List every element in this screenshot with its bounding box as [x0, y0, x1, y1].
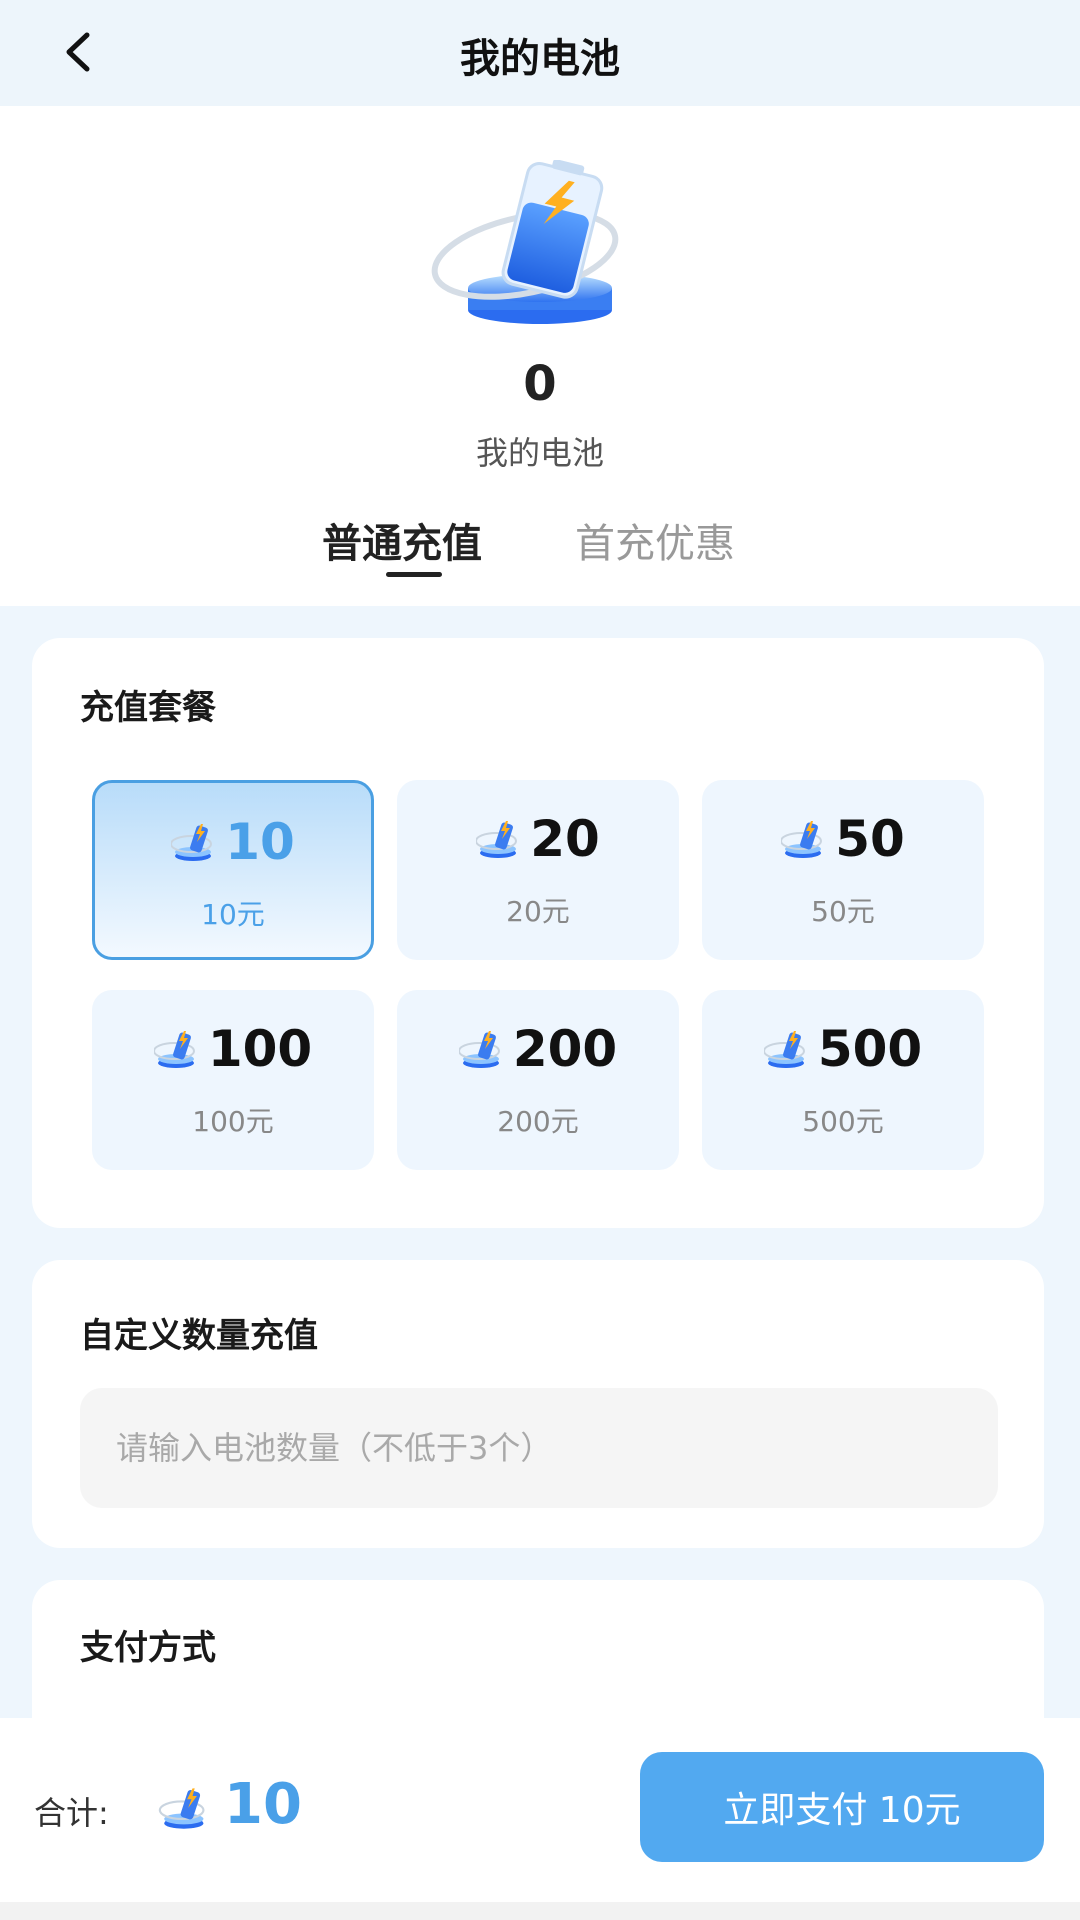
package-price: 50元 — [811, 895, 875, 928]
active-tab-indicator — [386, 572, 442, 577]
battery-coin-icon — [781, 821, 823, 858]
package-amount: 200 — [512, 1020, 618, 1078]
total-label: 合计: — [34, 1794, 109, 1832]
package-option-500[interactable]: 500 500元 — [702, 990, 984, 1170]
top-nav-bar: 我的电池 — [0, 0, 1080, 106]
battery-coin-icon — [171, 824, 213, 861]
payment-method-title: 支付方式 — [80, 1628, 216, 1668]
packages-title: 充值套餐 — [80, 688, 216, 728]
battery-coin-icon — [458, 1031, 500, 1068]
battery-quantity-input[interactable] — [80, 1388, 998, 1508]
package-amount: 20 — [530, 810, 600, 868]
package-price: 20元 — [506, 895, 570, 928]
balance-header: 0 我的电池 普通充值 首充优惠 — [0, 106, 1080, 606]
pay-now-button[interactable]: 立即支付 10元 — [640, 1752, 1044, 1862]
package-price: 200元 — [497, 1105, 579, 1138]
package-option-10[interactable]: 10 10元 — [92, 780, 374, 960]
package-amount: 500 — [817, 1020, 923, 1078]
battery-balance: 0 — [523, 356, 557, 412]
package-option-20[interactable]: 20 20元 — [397, 780, 679, 960]
tab-first-recharge-offer[interactable]: 首充优惠 — [575, 511, 735, 569]
battery-balance-label: 我的电池 — [475, 434, 604, 472]
package-amount: 10 — [225, 813, 295, 871]
battery-coin-icon — [153, 1031, 195, 1068]
bottom-safe-area — [0, 1902, 1080, 1920]
package-option-100[interactable]: 100 100元 — [92, 990, 374, 1170]
package-amount: 100 — [207, 1020, 313, 1078]
tab-normal-recharge[interactable]: 普通充值 — [322, 511, 482, 569]
checkout-footer: 合计: 10 立即支付 10元 — [0, 1718, 1080, 1920]
custom-recharge-title: 自定义数量充值 — [80, 1316, 318, 1356]
package-option-200[interactable]: 200 200元 — [397, 990, 679, 1170]
total-amount: 10 — [224, 1772, 302, 1837]
package-price: 10元 — [201, 898, 265, 931]
custom-recharge-card: 自定义数量充值 — [32, 1260, 1044, 1548]
recharge-packages-card: 充值套餐 10 10元 20 20元 50 50元 100 100元 200 2… — [32, 638, 1044, 1228]
battery-charging-icon — [431, 160, 619, 324]
battery-coin-icon — [763, 1031, 805, 1068]
battery-coin-icon — [158, 1788, 205, 1829]
package-option-50[interactable]: 50 50元 — [702, 780, 984, 960]
page-title: 我的电池 — [460, 36, 620, 82]
package-price: 100元 — [192, 1105, 274, 1138]
package-price: 500元 — [802, 1105, 884, 1138]
package-amount: 50 — [835, 810, 905, 868]
battery-coin-icon — [476, 821, 518, 858]
